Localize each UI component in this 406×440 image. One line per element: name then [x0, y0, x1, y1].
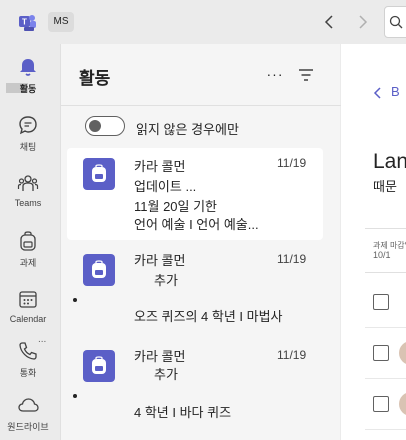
- table-row[interactable]: [365, 380, 406, 430]
- rail-item-activity[interactable]: 활동: [0, 50, 56, 108]
- svg-text:T: T: [22, 18, 27, 27]
- rail-item-label: 과제: [19, 258, 37, 268]
- assignment-title: Lan: [373, 150, 406, 173]
- table-row[interactable]: [365, 329, 406, 379]
- unread-only-toggle[interactable]: [85, 116, 125, 136]
- rail-item-calls[interactable]: 통화: [0, 334, 56, 392]
- rail-item-label: 원드라이브: [7, 422, 49, 432]
- rail-item-assignments[interactable]: 과제: [0, 224, 56, 282]
- page-title: 활동: [79, 69, 111, 88]
- rail-item-label: 활동: [19, 84, 37, 94]
- column-header-date: 10/1: [373, 250, 391, 260]
- rail-item-calendar[interactable]: Calendar: [0, 282, 56, 340]
- activity-action: 업데이트 ...: [134, 179, 197, 194]
- search-input[interactable]: [384, 6, 406, 38]
- activity-action: 추가: [154, 367, 178, 382]
- unread-dot: [73, 394, 77, 398]
- chevron-left-icon[interactable]: [320, 12, 340, 32]
- activity-item[interactable]: 카라 콜먼 11/19 추가 오즈 퀴즈의 4 학년 I 마법사: [67, 244, 323, 336]
- row-checkbox[interactable]: [373, 396, 389, 412]
- activity-sender: 카라 콜먼: [134, 253, 186, 268]
- divider: [365, 228, 406, 229]
- activity-item[interactable]: 카라 콜먼 11/19 업데이트 ... 11월 20일 기한 언어 예술 I …: [67, 148, 323, 240]
- rail-item-label: 채팅: [19, 142, 37, 152]
- activity-due: 11월 20일 기한: [134, 199, 218, 214]
- people-icon: [17, 175, 39, 191]
- activity-time: 11/19: [277, 348, 307, 362]
- assignment-detail-pane: B Lan 때문 과제 마감일 10/1: [341, 44, 406, 440]
- rail-item-chat[interactable]: 채팅: [0, 108, 56, 166]
- activity-time: 11/19: [277, 252, 307, 266]
- chat-icon: [19, 116, 37, 135]
- assignments-app-avatar: [83, 158, 115, 190]
- activity-pane: 활동 ··· 읽지 않은 경우에만 카라 콜먼 11/19 업데이트 ... 1…: [60, 44, 341, 440]
- activity-action: 추가: [154, 273, 178, 288]
- phone-icon: [19, 342, 37, 360]
- select-all-checkbox[interactable]: [373, 294, 389, 310]
- back-link-label: B: [391, 84, 400, 99]
- activity-class: 4 학년 I 바다 퀴즈: [134, 405, 232, 420]
- avatar: [399, 341, 406, 365]
- divider: [365, 272, 406, 273]
- assignment-subtitle: 때문: [373, 179, 397, 194]
- toggle-label: 읽지 않은 경우에만: [136, 122, 239, 137]
- calendar-icon: [19, 291, 37, 308]
- rail-item-onedrive[interactable]: 원드라이브: [0, 388, 56, 440]
- activity-class: 언어 예술 I 언어 예술...: [134, 217, 259, 232]
- activity-sender: 카라 콜먼: [134, 159, 186, 174]
- backpack-icon: [92, 356, 106, 374]
- rail-item-label: 통화: [19, 368, 37, 378]
- activity-time: 11/19: [277, 156, 307, 170]
- tenant-badge[interactable]: MS: [48, 12, 74, 32]
- unread-dot: [73, 298, 77, 302]
- bell-icon: [20, 59, 36, 76]
- filter-icon[interactable]: [297, 66, 315, 84]
- activity-item[interactable]: 카라 콜먼 11/19 추가 4 학년 I 바다 퀴즈: [67, 340, 323, 432]
- search-icon: [389, 15, 403, 29]
- rail-item-teams[interactable]: Teams: [0, 166, 56, 224]
- backpack-icon: [92, 164, 106, 182]
- rail-item-label: Teams: [14, 198, 42, 208]
- backpack-icon: [20, 231, 36, 251]
- chevron-left-icon: [373, 87, 381, 99]
- activity-sender: 카라 콜먼: [134, 349, 186, 364]
- chevron-right-icon[interactable]: [352, 12, 372, 32]
- unread-filter-row: 읽지 않은 경우에만: [61, 114, 341, 142]
- rail-item-label: Calendar: [9, 314, 47, 324]
- row-checkbox[interactable]: [373, 345, 389, 361]
- title-bar: T MS: [0, 0, 406, 44]
- cloud-icon: [18, 398, 39, 412]
- toggle-knob: [89, 120, 101, 132]
- app-rail: 활동 채팅 Teams 과제 Calendar ... 통화 원드라이브: [0, 44, 56, 440]
- backpack-icon: [92, 260, 106, 278]
- assignments-app-avatar: [83, 350, 115, 382]
- activity-header: 활동 ···: [61, 44, 341, 106]
- more-options-button[interactable]: ···: [265, 66, 285, 82]
- activity-class: 오즈 퀴즈의 4 학년 I 마법사: [134, 309, 283, 324]
- assignments-app-avatar: [83, 254, 115, 286]
- table-row[interactable]: [365, 278, 406, 328]
- teams-icon[interactable]: T: [16, 11, 38, 33]
- avatar: [399, 392, 406, 416]
- back-link[interactable]: B: [373, 84, 400, 99]
